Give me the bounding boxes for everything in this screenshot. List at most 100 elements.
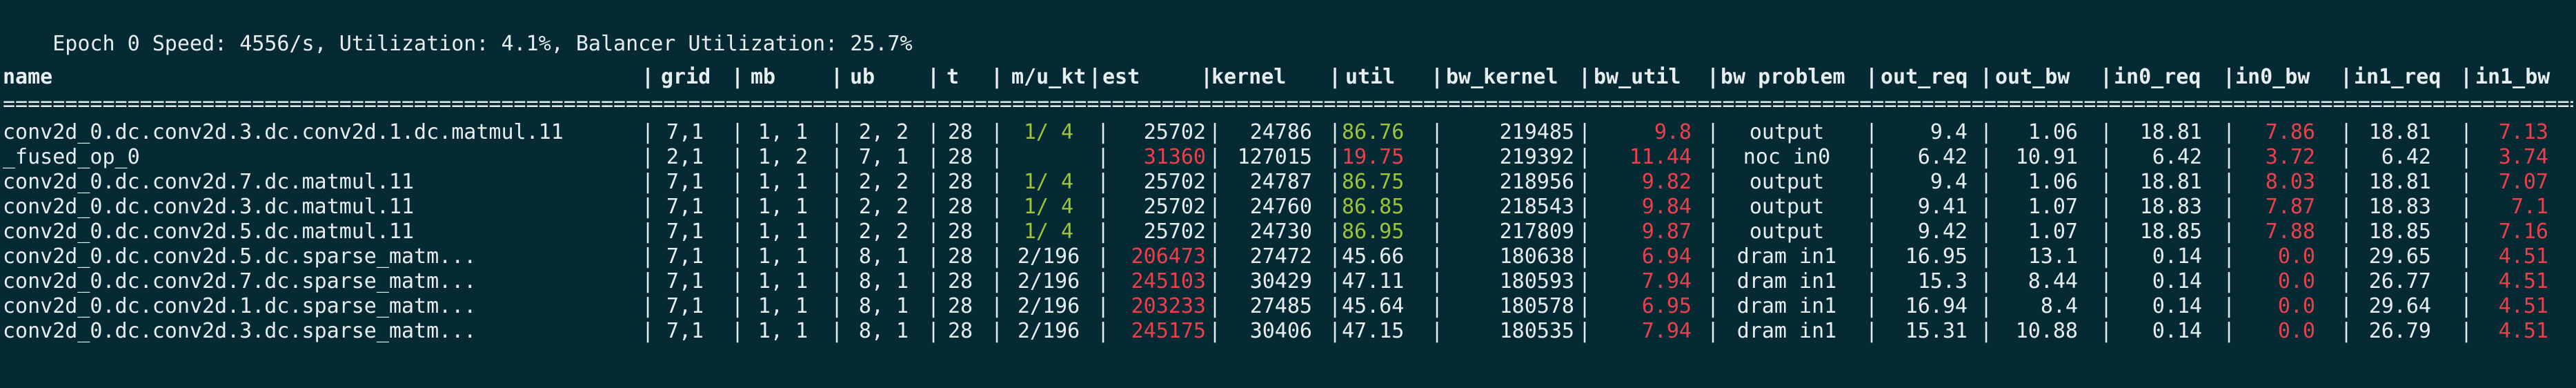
row-column-divider: | [831,294,844,318]
cell-mukt: 1/ 4 [1023,195,1074,219]
row-column-divider: | [831,269,844,293]
row-column-divider: | [927,294,940,318]
row-column-divider: | [1865,319,1879,343]
cell-kernel: 24730 [1249,220,1312,244]
cell-bw-util: 11.44 [1629,145,1692,169]
row-column-divider: | [927,170,940,194]
terminal-window: Epoch 0 Speed: 4556/s, Utilization: 4.1%… [0,0,2576,388]
cell-bw-util: 9.82 [1641,170,1692,194]
row-column-divider: | [1980,170,1993,194]
row-column-divider: | [2460,170,2473,194]
cell-grid: 7,1 [666,170,704,194]
table-row[interactable]: conv2d_0.dc.conv2d.7.dc.matmul.11 7,1 1, 1… [0,170,2576,195]
row-column-divider: | [1980,244,1993,269]
table-row[interactable]: _fused_op_0 2,1 1, 2 7, 1 28 31360 127015 19.75… [0,145,2576,170]
row-column-divider: | [1329,319,1342,343]
cell-util: 45.64 [1342,294,1405,318]
cell-grid: 7,1 [666,220,704,244]
column-header-grid[interactable]: grid [661,65,723,90]
table-row[interactable]: conv2d_0.dc.conv2d.5.dc.matmul.11 7,1 1, 1… [0,220,2576,244]
row-column-divider: | [2340,319,2353,343]
row-column-divider: | [1707,120,1720,144]
cell-est: 245103 [1131,269,1206,293]
row-column-divider: | [927,269,940,293]
cell-grid: 7,1 [666,195,704,219]
row-column-divider: | [1578,120,1592,144]
cell-bw-util: 7.94 [1641,319,1692,343]
cell-t: 28 [947,220,973,244]
column-header-est[interactable]: est [1102,65,1199,90]
cell-mb: 1, 1 [757,170,809,194]
row-column-divider: | [1209,319,1222,343]
row-column-divider: | [1578,170,1592,194]
row-column-divider: | [1578,195,1592,219]
row-column-divider: | [2223,244,2236,269]
column-header-out-req[interactable]: out_req [1881,65,1991,90]
cell-util: 45.66 [1342,244,1405,269]
cell-t: 28 [947,294,973,318]
epoch-value: 0 [127,32,140,56]
row-column-divider: | [1865,269,1879,293]
cell-mb: 1, 1 [757,244,809,269]
cell-bw-problem: output [1749,220,1825,244]
table-row[interactable]: conv2d_0.dc.conv2d.7.dc.sparse_matm... 7,… [0,269,2576,294]
column-header-kernel[interactable]: kernel [1211,65,1308,90]
row-column-divider: | [1209,294,1222,318]
cell-t: 28 [947,170,973,194]
row-column-divider: | [2100,269,2113,293]
column-header-in0-bw[interactable]: in0_bw [2235,65,2346,90]
cell-kernel: 127015 [1237,145,1312,169]
table-row[interactable]: conv2d_0.dc.conv2d.5.dc.sparse_matm... 7,… [0,244,2576,269]
column-header-bw-util[interactable]: bw_util [1594,65,1704,90]
column-header-bw-problem[interactable]: bw problem [1721,65,1865,90]
row-column-divider: | [991,269,1004,293]
cell-name: conv2d_0.dc.conv2d.7.dc.matmul.11 [3,170,415,194]
column-header-mb[interactable]: mb [751,65,826,90]
table-header: name grid mb ub t m/u_kt est kernel util bw_kerne… [0,65,2576,90]
table-row[interactable]: conv2d_0.dc.conv2d.3.dc.conv2d.1.dc.matm… [0,120,2576,145]
row-column-divider: | [1431,244,1444,269]
cell-mb: 1, 1 [757,220,809,244]
cell-bw-util: 6.94 [1641,244,1692,269]
column-header-out-bw[interactable]: out_bw [1995,65,2092,90]
cell-bw-kernel: 180535 [1499,319,1574,343]
row-column-divider: | [2223,195,2236,219]
row-column-divider: | [2340,294,2353,318]
column-header-bw-kernel[interactable]: bw_kernel [1446,65,1577,90]
column-header-in1-req[interactable]: in1_req [2354,65,2471,90]
cell-ub: 2, 2 [858,220,909,244]
table-row[interactable]: conv2d_0.dc.conv2d.1.dc.sparse_matm... 7,… [0,294,2576,319]
row-column-divider: | [642,319,655,343]
column-header-util[interactable]: util [1345,65,1442,90]
cell-name: conv2d_0.dc.conv2d.3.dc.matmul.11 [3,195,415,219]
row-column-divider: | [642,145,655,169]
header-column-divider: | [927,65,940,89]
cell-out-req: 16.94 [1905,294,1968,318]
row-column-divider: | [1707,195,1720,219]
cell-kernel: 27485 [1249,294,1312,318]
cell-out-req: 9.4 [1930,170,1968,194]
cell-grid: 7,1 [666,269,704,293]
column-header-ub[interactable]: ub [850,65,926,90]
header-column-divider: | [2223,65,2236,89]
row-column-divider: | [2340,120,2353,144]
column-header-in0-req[interactable]: in0_req [2114,65,2224,90]
row-column-divider: | [1578,244,1592,269]
row-column-divider: | [1097,244,1110,269]
row-column-divider: | [1329,145,1342,169]
column-header-t[interactable]: t [947,65,988,90]
cell-in1-bw: 4.51 [2498,294,2548,318]
table-row[interactable]: conv2d_0.dc.conv2d.3.dc.matmul.11 7,1 1, 1… [0,195,2576,220]
row-column-divider: | [1097,319,1110,343]
row-column-divider: | [1209,220,1222,244]
column-header-in1-bw[interactable]: in1_bw [2475,65,2572,90]
row-column-divider: | [1097,145,1110,169]
row-column-divider: | [1097,195,1110,219]
column-header-name[interactable]: name [3,65,624,90]
row-column-divider: | [1865,244,1879,269]
table-row[interactable]: conv2d_0.dc.conv2d.3.dc.sparse_matm... 7,… [0,319,2576,344]
row-column-divider: | [1980,294,1993,318]
row-column-divider: | [1431,269,1444,293]
row-column-divider: | [2460,195,2473,219]
header-column-divider: | [1329,65,1342,89]
